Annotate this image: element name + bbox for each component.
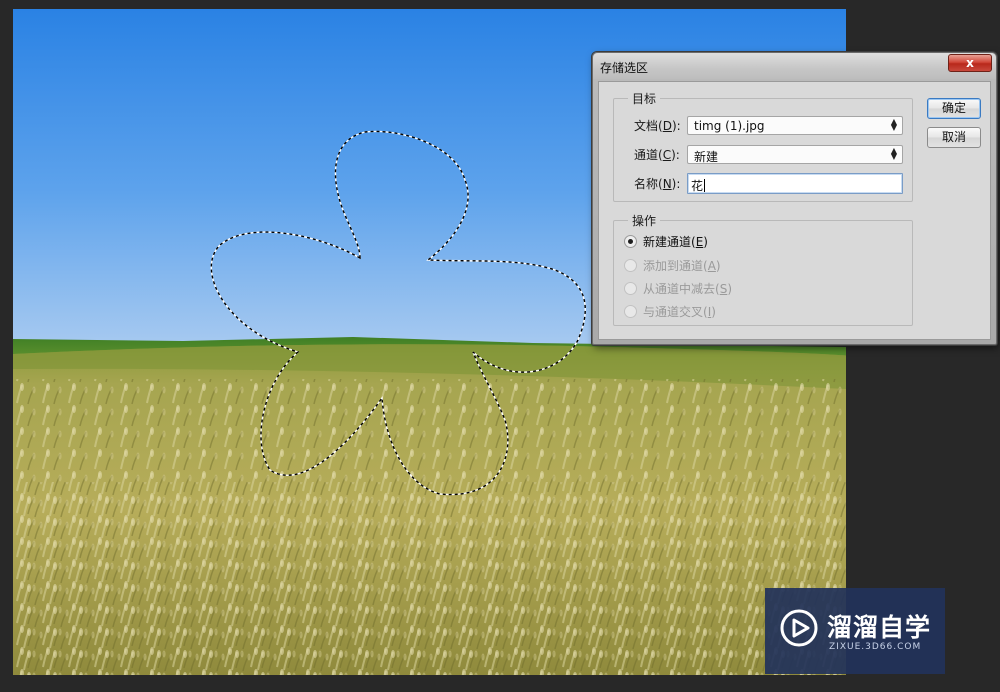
name-label: 名称(N): xyxy=(634,177,681,191)
channel-label: 通道(C): xyxy=(634,148,680,162)
name-input[interactable]: 花 xyxy=(687,173,903,194)
radio-button[interactable] xyxy=(624,282,637,295)
play-logo-icon xyxy=(780,609,818,647)
dialog-body: 目标 文档(D): timg (1).jpg ▲ ▼ 通道(C): 新建 ▲ ▼ 名… xyxy=(598,81,991,340)
ok-button[interactable]: 确定 xyxy=(927,98,981,119)
dialog-title-bar[interactable]: 存储选区 x xyxy=(593,53,996,79)
channel-select[interactable]: 新建 ▲ ▼ xyxy=(687,145,903,164)
document-label: 文档(D): xyxy=(634,119,681,133)
watermark-subtitle: ZIXUE.3D66.COM xyxy=(829,642,922,652)
save-selection-dialog: 存储选区 x 目标 文档(D): timg (1).jpg ▲ ▼ 通道(C): … xyxy=(592,52,997,345)
radio-new-channel[interactable]: 新建通道(E) xyxy=(624,233,708,250)
radio-add-to-channel[interactable]: 添加到通道(A) xyxy=(624,257,721,274)
dialog-title: 存储选区 xyxy=(600,61,649,75)
watermark-title: 溜溜自学 xyxy=(827,613,932,642)
target-group-label: 目标 xyxy=(628,90,661,107)
radio-subtract-from-channel[interactable]: 从通道中减去(S) xyxy=(624,280,732,297)
document-select[interactable]: timg (1).jpg ▲ ▼ xyxy=(687,116,903,135)
radio-label: 从通道中减去(S) xyxy=(643,282,732,296)
watermark: 溜溜自学 ZIXUE.3D66.COM xyxy=(765,588,945,674)
close-button[interactable]: x xyxy=(948,54,992,72)
radio-button[interactable] xyxy=(624,305,637,318)
select-arrows-icon: ▲ ▼ xyxy=(890,117,897,132)
operation-group-label: 操作 xyxy=(628,212,661,229)
radio-button[interactable] xyxy=(624,259,637,272)
document-value: timg (1).jpg xyxy=(694,119,765,133)
radio-intersect-with-channel[interactable]: 与通道交叉(I) xyxy=(624,303,716,320)
channel-value: 新建 xyxy=(694,150,719,164)
radio-label: 与通道交叉(I) xyxy=(643,305,716,319)
text-caret xyxy=(704,179,706,192)
select-arrows-icon: ▲ ▼ xyxy=(890,146,897,161)
target-group: 目标 文档(D): timg (1).jpg ▲ ▼ 通道(C): 新建 ▲ ▼ 名… xyxy=(613,90,913,202)
name-input-value: 花 xyxy=(691,179,704,193)
radio-label: 新建通道(E) xyxy=(643,235,708,249)
cancel-button[interactable]: 取消 xyxy=(927,127,981,148)
operation-group: 操作 新建通道(E) 添加到通道(A) 从通道中减去(S) 与通道交叉(I) xyxy=(613,212,913,326)
radio-label: 添加到通道(A) xyxy=(643,259,721,273)
radio-button[interactable] xyxy=(624,235,637,248)
